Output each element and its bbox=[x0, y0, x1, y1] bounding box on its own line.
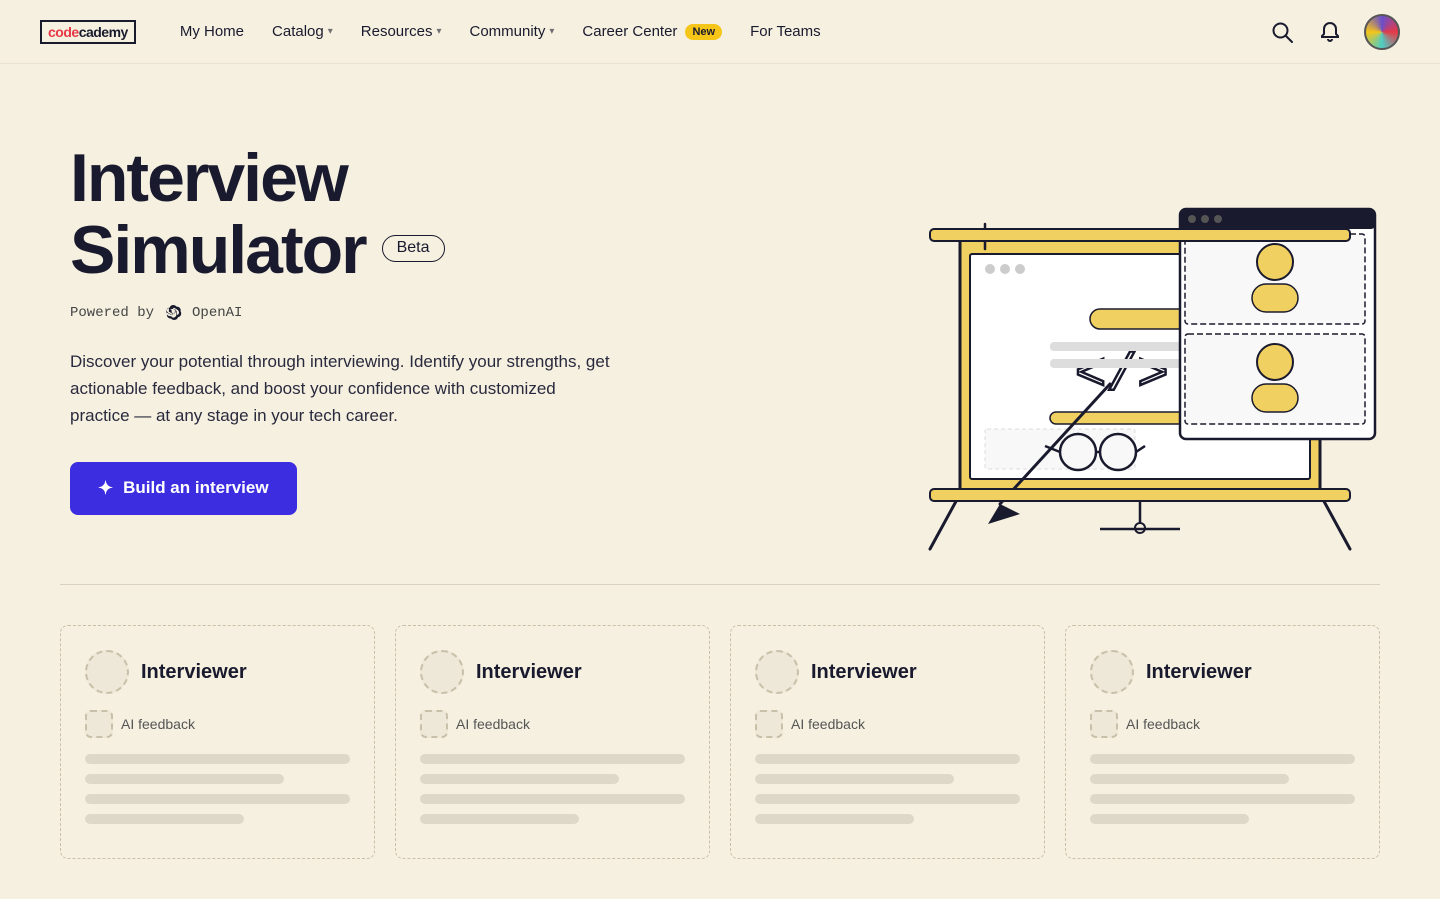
skeleton-1 bbox=[85, 754, 350, 764]
title-interview: Interview bbox=[70, 140, 347, 216]
new-badge: New bbox=[685, 24, 722, 40]
nav-label-resources: Resources bbox=[361, 23, 433, 40]
skeleton-4 bbox=[85, 814, 244, 824]
search-button[interactable] bbox=[1268, 18, 1296, 46]
skeleton-16 bbox=[1090, 814, 1249, 824]
nav-item-catalog[interactable]: Catalog ▾ bbox=[260, 15, 345, 48]
card-3-tag-icon bbox=[755, 710, 783, 738]
skeleton-13 bbox=[1090, 754, 1355, 764]
card-2-avatar bbox=[420, 650, 464, 694]
skeleton-10 bbox=[755, 774, 954, 784]
card-2-tag: AI feedback bbox=[420, 710, 685, 738]
interviewer-card-3[interactable]: Interviewer AI feedback bbox=[730, 625, 1045, 859]
skeleton-14 bbox=[1090, 774, 1289, 784]
powered-by-text: Powered by bbox=[70, 305, 154, 321]
skeleton-8 bbox=[420, 814, 579, 824]
nav-links: My Home Catalog ▾ Resources ▾ Community … bbox=[168, 15, 1268, 48]
card-1-title: Interviewer bbox=[141, 661, 247, 684]
card-4-tag-label: AI feedback bbox=[1126, 716, 1200, 732]
skeleton-12 bbox=[755, 814, 914, 824]
card-4-tag: AI feedback bbox=[1090, 710, 1355, 738]
nav-item-for-teams[interactable]: For Teams bbox=[738, 15, 833, 48]
card-3-header: Interviewer bbox=[755, 650, 1020, 694]
card-1-tag-icon bbox=[85, 710, 113, 738]
resources-chevron-icon: ▾ bbox=[436, 26, 441, 37]
skeleton-3 bbox=[85, 794, 350, 804]
community-chevron-icon: ▾ bbox=[549, 26, 554, 37]
card-3-tag: AI feedback bbox=[755, 710, 1020, 738]
beta-badge: Beta bbox=[382, 235, 445, 262]
nav-item-myhome[interactable]: My Home bbox=[168, 15, 256, 48]
hero-content: Interview Simulator Beta Powered by Open… bbox=[70, 143, 610, 514]
user-avatar[interactable] bbox=[1364, 14, 1400, 50]
hero-illustration: </> bbox=[870, 94, 1390, 554]
hero-title-line1: Interview bbox=[70, 143, 610, 214]
skeleton-6 bbox=[420, 774, 619, 784]
skeleton-2 bbox=[85, 774, 284, 784]
nav-item-community[interactable]: Community ▾ bbox=[458, 15, 567, 48]
nav-label-catalog: Catalog bbox=[272, 23, 324, 40]
svg-text:</>: </> bbox=[1075, 346, 1169, 405]
card-2-title: Interviewer bbox=[476, 661, 582, 684]
nav-label-community: Community bbox=[470, 23, 546, 40]
nav-right bbox=[1268, 14, 1400, 50]
card-2-tag-icon bbox=[420, 710, 448, 738]
notifications-button[interactable] bbox=[1316, 18, 1344, 46]
card-4-tag-icon bbox=[1090, 710, 1118, 738]
nav-label-career: Career Center bbox=[582, 23, 677, 40]
openai-label: OpenAI bbox=[192, 305, 242, 321]
interviewer-card-4[interactable]: Interviewer AI feedback bbox=[1065, 625, 1380, 859]
title-simulator: Simulator bbox=[70, 215, 366, 286]
nav-label-teams: For Teams bbox=[750, 23, 821, 40]
skeleton-9 bbox=[755, 754, 1020, 764]
skeleton-5 bbox=[420, 754, 685, 764]
build-interview-button[interactable]: ✦ Build an interview bbox=[70, 462, 297, 515]
sparkle-icon: ✦ bbox=[98, 478, 113, 499]
catalog-chevron-icon: ▾ bbox=[328, 26, 333, 37]
nav-item-resources[interactable]: Resources ▾ bbox=[349, 15, 454, 48]
powered-by: Powered by OpenAI bbox=[70, 302, 610, 324]
logo-text: codecademy bbox=[40, 20, 136, 44]
build-btn-label: Build an interview bbox=[123, 478, 268, 498]
skeleton-15 bbox=[1090, 794, 1355, 804]
card-4-avatar bbox=[1090, 650, 1134, 694]
cards-section: Interviewer AI feedback Interviewer AI f… bbox=[0, 585, 1440, 899]
nav-label-myhome: My Home bbox=[180, 23, 244, 40]
card-1-tag-label: AI feedback bbox=[121, 716, 195, 732]
navbar: codecademy My Home Catalog ▾ Resources ▾… bbox=[0, 0, 1440, 64]
card-3-title: Interviewer bbox=[811, 661, 917, 684]
hero-title-row2: Simulator Beta bbox=[70, 215, 610, 286]
openai-icon bbox=[162, 302, 184, 324]
hero-section: Interview Simulator Beta Powered by Open… bbox=[0, 64, 1440, 584]
skeleton-7 bbox=[420, 794, 685, 804]
card-3-tag-label: AI feedback bbox=[791, 716, 865, 732]
card-4-header: Interviewer bbox=[1090, 650, 1355, 694]
logo[interactable]: codecademy bbox=[40, 20, 136, 44]
card-2-tag-label: AI feedback bbox=[456, 716, 530, 732]
card-1-tag: AI feedback bbox=[85, 710, 350, 738]
card-3-avatar bbox=[755, 650, 799, 694]
card-1-avatar bbox=[85, 650, 129, 694]
interviewer-card-2[interactable]: Interviewer AI feedback bbox=[395, 625, 710, 859]
interviewer-card-1[interactable]: Interviewer AI feedback bbox=[60, 625, 375, 859]
nav-item-career-center[interactable]: Career Center New bbox=[570, 15, 734, 48]
card-1-header: Interviewer bbox=[85, 650, 350, 694]
hero-description: Discover your potential through intervie… bbox=[70, 348, 610, 430]
skeleton-11 bbox=[755, 794, 1020, 804]
card-2-header: Interviewer bbox=[420, 650, 685, 694]
card-4-title: Interviewer bbox=[1146, 661, 1252, 684]
